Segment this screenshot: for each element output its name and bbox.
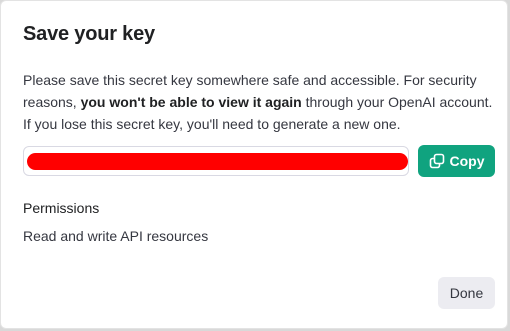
- done-button[interactable]: Done: [438, 277, 495, 309]
- description-emphasis: you won't be able to view it again: [80, 94, 302, 110]
- done-button-label: Done: [449, 285, 484, 301]
- permissions-value: Read and write API resources: [23, 228, 209, 244]
- copy-button[interactable]: Copy: [418, 145, 495, 177]
- copy-button-label: Copy: [449, 153, 485, 169]
- secret-key-redaction: [27, 153, 408, 170]
- secret-key-field[interactable]: [23, 146, 409, 176]
- dialog-description: Please save this secret key somewhere sa…: [23, 69, 493, 135]
- dialog-title: Save your key: [23, 23, 155, 45]
- save-key-dialog: Save your key Please save this secret ke…: [0, 0, 508, 329]
- permissions-heading: Permissions: [23, 200, 100, 216]
- copy-icon: [429, 153, 445, 169]
